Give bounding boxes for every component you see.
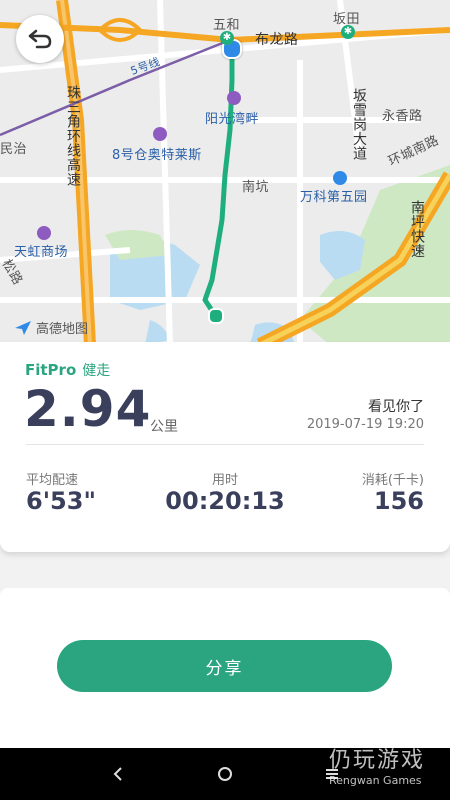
distance-value: 2.94 <box>24 380 152 438</box>
map-label-nanping-express: 南坪快速 <box>409 200 425 258</box>
route-end-marker <box>208 308 224 324</box>
map-label-yongxiang-road: 永香路 <box>382 109 423 124</box>
brand-name: FitPro <box>25 361 77 379</box>
workout-summary-card: FitPro 健走 2.94 公里 看见你了 2019-07-19 19:20 平… <box>0 342 450 552</box>
map-label-yangguang-wanpan: 阳光湾畔 <box>205 112 260 127</box>
map-label-outlet: 8号仓奥特莱斯 <box>112 148 202 163</box>
brand-title: FitPro 健走 <box>25 360 110 380</box>
back-button[interactable] <box>16 15 64 63</box>
shopping-icon <box>227 91 241 105</box>
share-button[interactable]: 分享 <box>57 640 392 692</box>
route-map[interactable]: ✱ ✱ 五和 布龙路 坂田 5号线 珠三角环线高速 坂雪岗大道 永香路 民治 阳… <box>0 0 450 345</box>
greeting-text: 看见你了 <box>368 399 424 415</box>
workout-datetime: 2019-07-19 19:20 <box>306 417 424 432</box>
watermark-title: 仍玩游戏 <box>328 748 425 773</box>
map-label-vanke-5: 万科第五园 <box>300 190 368 205</box>
stat-label-calories: 消耗(千卡) <box>361 473 424 488</box>
map-label-nankeng: 南坑 <box>242 180 270 195</box>
activity-type: 健走 <box>82 363 111 379</box>
distance-unit: 公里 <box>150 419 178 435</box>
back-arrow-icon <box>28 29 52 49</box>
nav-home-icon <box>218 767 232 781</box>
map-label-tianhong: 天虹商场 <box>14 245 69 260</box>
watermark: 仍玩游戏 Rengwan Games <box>329 742 425 787</box>
amap-logo-icon <box>15 320 31 335</box>
nav-back-icon <box>113 767 122 781</box>
divider <box>26 444 424 445</box>
metro-icon: ✱ <box>220 31 234 45</box>
map-label-bantian: 坂田 <box>333 12 361 27</box>
map-label-bansuegang: 坂雪岗大道 <box>351 88 367 161</box>
share-panel: 分享 <box>0 588 450 748</box>
amap-logo: 高德地图 <box>14 318 88 337</box>
nav-back-button[interactable] <box>106 762 130 786</box>
shopping-icon <box>37 226 51 240</box>
map-label-wuhe: 五和 <box>213 18 241 33</box>
residential-icon <box>333 171 347 185</box>
watermark-subtitle: Rengwan Games <box>328 774 422 787</box>
map-label-zhusan-highway: 珠三角环线高速 <box>65 85 81 187</box>
stat-value-calories: 156 <box>373 487 424 515</box>
metro-icon: ✱ <box>341 25 355 39</box>
map-label-minzhi: 民治 <box>0 142 28 157</box>
amap-logo-text: 高德地图 <box>36 322 89 337</box>
shopping-icon <box>153 127 167 141</box>
map-label-bulong-road: 布龙路 <box>255 32 299 48</box>
nav-home-button[interactable] <box>213 762 237 786</box>
